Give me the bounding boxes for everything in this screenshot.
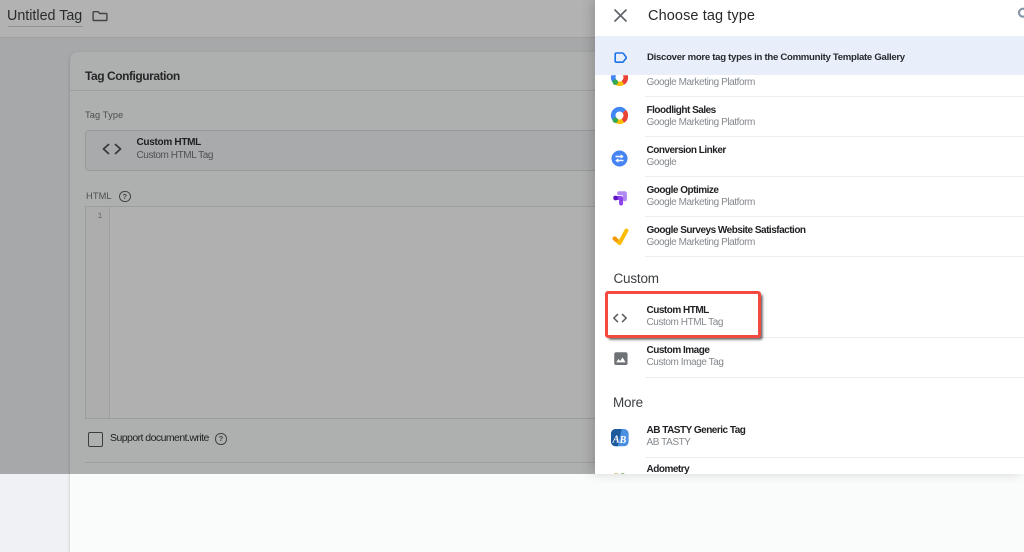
svg-text:B: B [619,435,627,446]
svg-text:A: A [612,434,620,445]
